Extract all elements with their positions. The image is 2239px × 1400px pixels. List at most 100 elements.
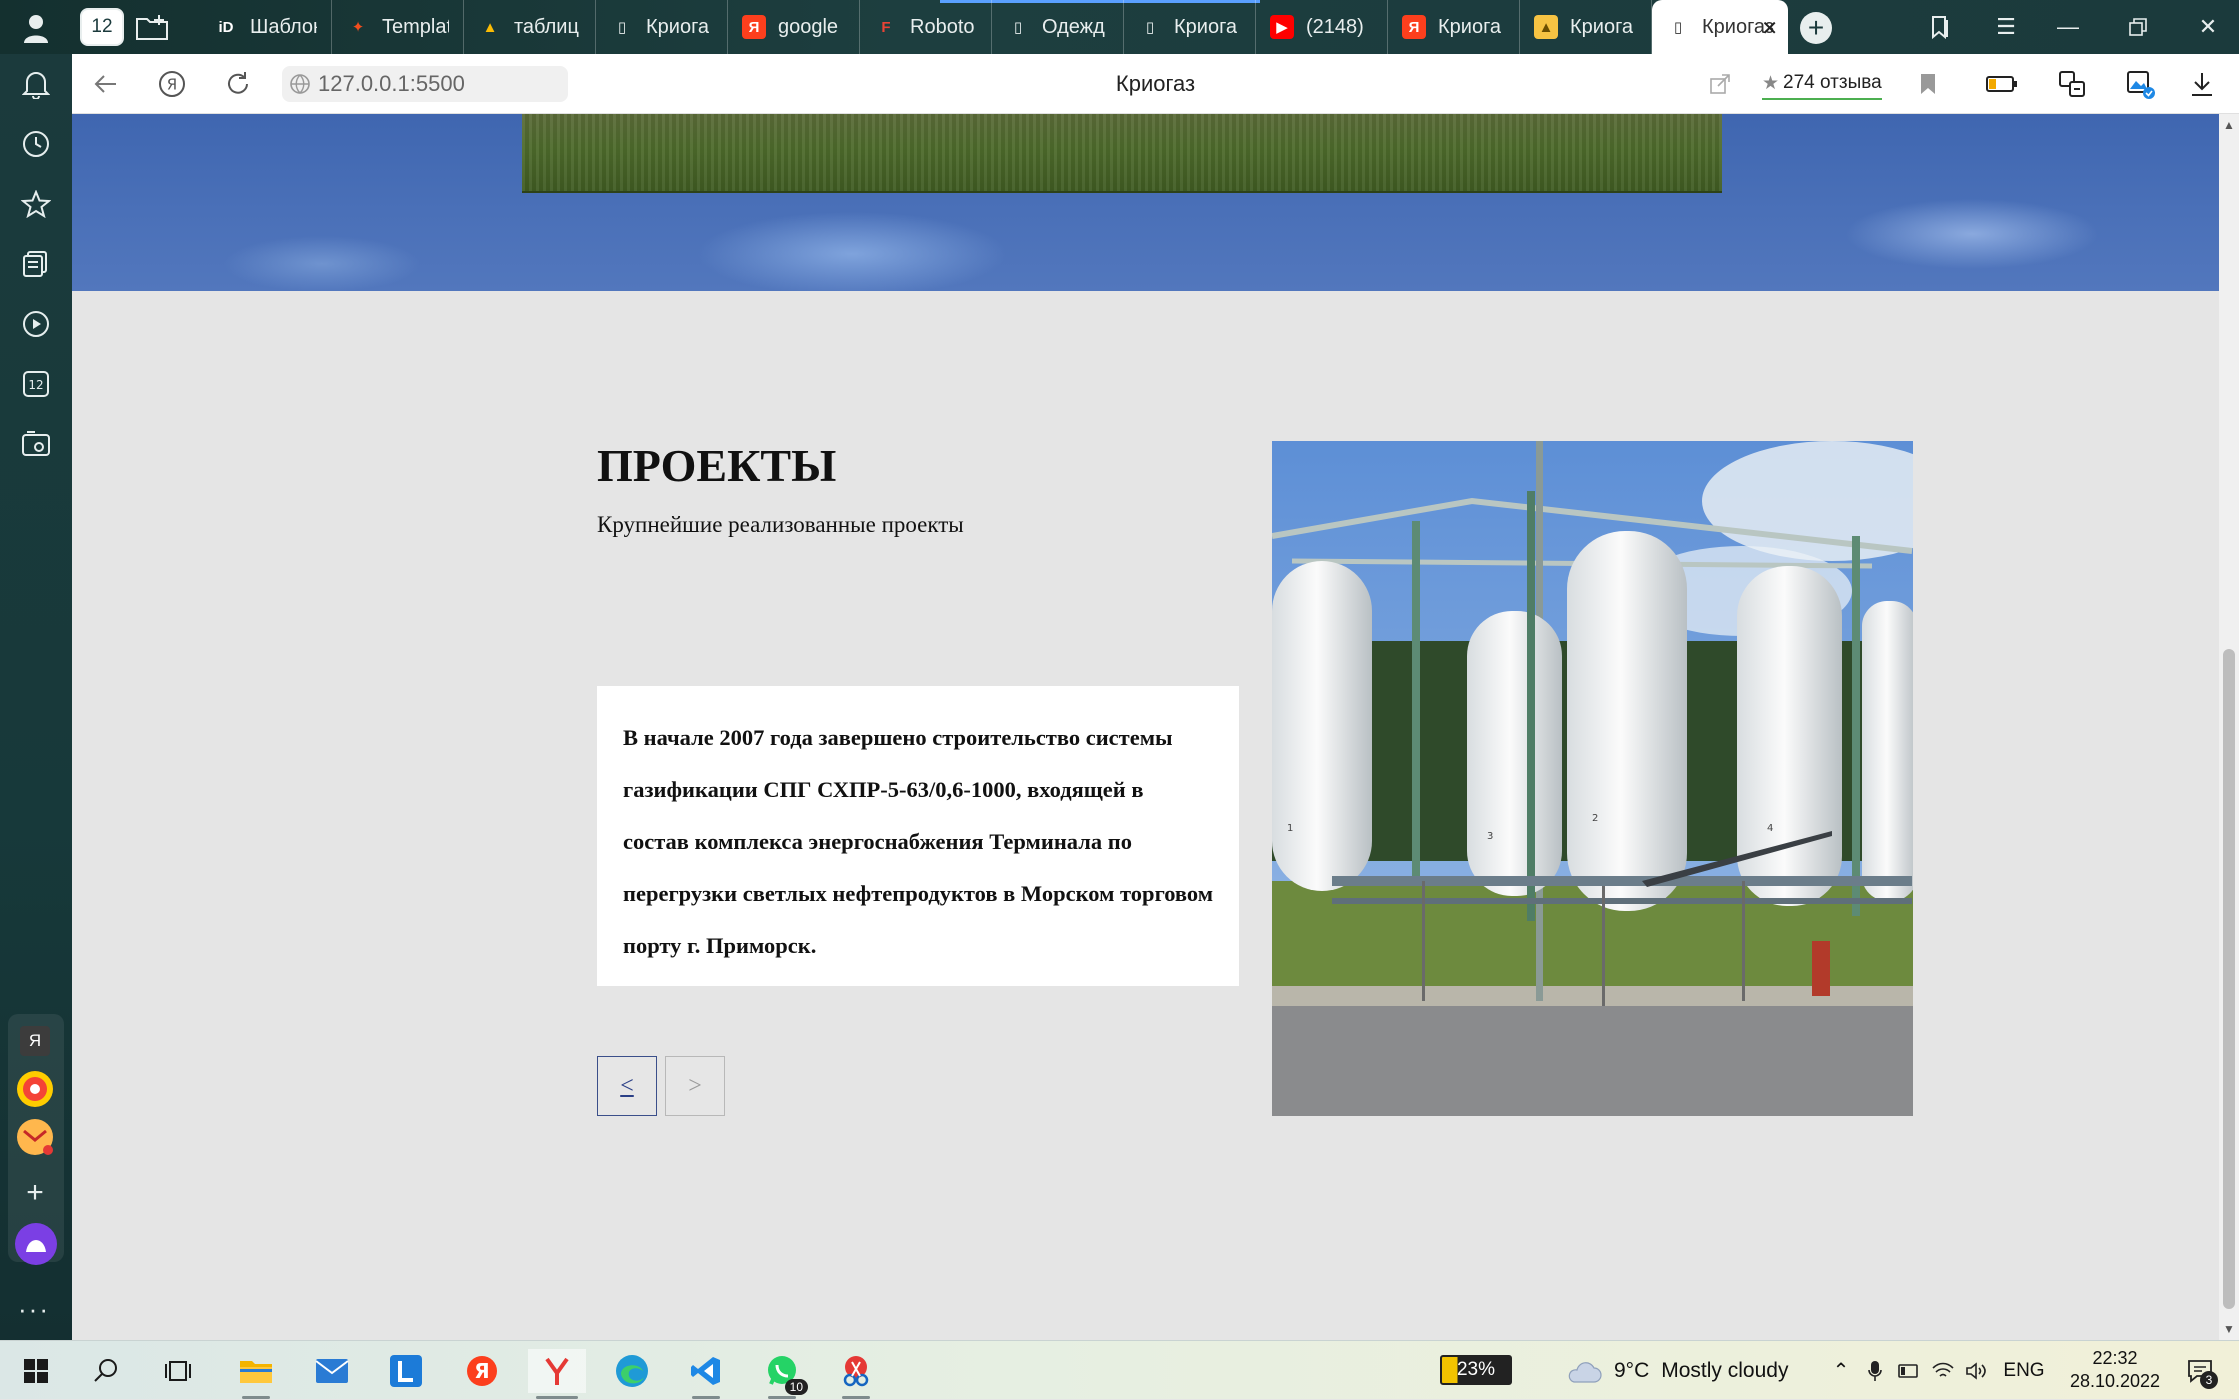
downloads-button[interactable] xyxy=(2184,66,2220,102)
battery-widget[interactable]: 23% xyxy=(1440,1355,1512,1385)
sidebar-collections[interactable] xyxy=(16,244,56,284)
volume-icon[interactable] xyxy=(1960,1361,1994,1380)
tank-label: 3 xyxy=(1487,831,1493,842)
weather-description: Mostly cloudy xyxy=(1661,1358,1789,1382)
weather-temp: 9°C xyxy=(1614,1358,1650,1382)
slider-prev-button[interactable]: < xyxy=(597,1056,657,1116)
clock-date: 28.10.2022 xyxy=(2069,1371,2161,1391)
tab-item[interactable]: ▯ Криога xyxy=(596,0,728,54)
tab-item[interactable]: Яgoogle xyxy=(728,0,860,54)
minimize-button[interactable]: — xyxy=(2040,0,2096,54)
tab-item[interactable]: Я Криога xyxy=(1388,0,1520,54)
sidebar-video[interactable] xyxy=(16,304,56,344)
scrollbar-thumb[interactable] xyxy=(2223,649,2235,1309)
clock-icon xyxy=(23,131,49,157)
sidebar-screenshot[interactable] xyxy=(16,424,56,464)
tab-item[interactable]: iD Шаблон xyxy=(200,0,332,54)
battery-icon xyxy=(1986,76,2017,92)
notifications-button[interactable]: 3 xyxy=(2180,1351,2220,1391)
alice-assistant-button[interactable] xyxy=(14,1222,58,1266)
chevron-up-icon[interactable]: ⌃ xyxy=(1824,1358,1858,1383)
yandex-home-button[interactable]: Я xyxy=(152,64,192,104)
share-button[interactable] xyxy=(1702,66,1738,102)
search-button[interactable] xyxy=(84,1349,128,1393)
extension-button[interactable] xyxy=(2122,66,2158,102)
battery-saver-button[interactable] xyxy=(1984,66,2020,102)
url-text: 127.0.0.1:5500 xyxy=(318,71,465,96)
scroll-up-arrow-icon[interactable]: ▲ xyxy=(2223,118,2235,132)
url-field[interactable]: 127.0.0.1:5500 xyxy=(282,66,568,102)
language-indicator[interactable]: ENG xyxy=(1994,1360,2054,1382)
sidebar-more-button[interactable]: ··· xyxy=(18,1294,50,1325)
close-window-button[interactable]: ✕ xyxy=(2180,0,2236,54)
tab-item[interactable]: ▲ Криога xyxy=(1520,0,1652,54)
music-app[interactable] xyxy=(16,1070,54,1108)
cards-icon xyxy=(23,251,47,277)
tab-count-button[interactable]: 12 xyxy=(80,8,124,46)
sidebar-history[interactable] xyxy=(16,124,56,164)
tab-item[interactable]: ▶ (2148) xyxy=(1256,0,1388,54)
new-tab-button[interactable]: + xyxy=(1800,12,1832,44)
yandex-app[interactable]: Я xyxy=(20,1026,50,1056)
back-button[interactable] xyxy=(86,64,126,104)
tab-label: Криога xyxy=(646,15,710,38)
microphone-icon[interactable] xyxy=(1858,1360,1892,1382)
yandex-app-letter: Я xyxy=(28,1031,42,1050)
search-icon xyxy=(94,1359,117,1382)
project-description-card: В начале 2007 года завершено строительст… xyxy=(597,686,1239,986)
tab-group-button[interactable] xyxy=(134,10,170,44)
scroll-down-arrow-icon[interactable]: ▼ xyxy=(2223,1322,2235,1336)
restore-button[interactable] xyxy=(2110,0,2166,54)
folder-plus-icon xyxy=(136,15,168,40)
id-logo-icon: iD xyxy=(218,18,234,36)
tab-count-label: 12 xyxy=(91,16,113,37)
battery-tray-icon[interactable] xyxy=(1892,1363,1926,1378)
edge-icon xyxy=(616,1355,648,1387)
site-reviews-badge[interactable]: ★ 274 отзыва xyxy=(1762,68,1882,100)
menu-button[interactable]: ☰ xyxy=(1978,0,2034,54)
clock[interactable]: 22:32 28.10.2022 xyxy=(2060,1347,2170,1393)
reload-button[interactable] xyxy=(218,64,258,104)
bookmarks-collection-button[interactable] xyxy=(1912,0,1968,54)
sidebar-tabs[interactable]: 12 xyxy=(16,364,56,404)
wifi-icon[interactable] xyxy=(1926,1362,1960,1380)
edge-app[interactable] xyxy=(610,1349,654,1393)
tab-label: Криога xyxy=(1174,15,1238,38)
page-icon: ▯ xyxy=(1673,19,1683,36)
sidebar-notifications[interactable] xyxy=(16,64,56,104)
mail-app[interactable] xyxy=(16,1118,54,1156)
yandex-browser-app[interactable] xyxy=(528,1349,586,1399)
close-icon: ✕ xyxy=(2198,14,2218,39)
arrow-left-icon xyxy=(94,75,116,93)
weather-widget[interactable]: 9°C Mostly cloudy xyxy=(1566,1341,1788,1400)
plus-icon: + xyxy=(1807,12,1825,43)
yandex-browser-icon xyxy=(545,1357,569,1385)
user-icon xyxy=(24,15,48,43)
file-explorer-app[interactable] xyxy=(234,1349,278,1399)
task-view-button[interactable] xyxy=(156,1349,200,1393)
tab-item[interactable]: F Roboto xyxy=(860,0,992,54)
yandex-taskbar-app[interactable]: Я xyxy=(460,1349,504,1393)
start-button[interactable] xyxy=(14,1349,58,1393)
add-app-button[interactable]: + xyxy=(20,1178,50,1208)
sidebar-bookmarks[interactable] xyxy=(16,184,56,224)
profile-button[interactable] xyxy=(14,8,58,48)
slider-next-button[interactable]: > xyxy=(665,1056,725,1116)
vscode-app[interactable] xyxy=(684,1349,728,1399)
page-scrollbar[interactable]: ▲ ▼ xyxy=(2219,114,2239,1340)
l-app[interactable] xyxy=(384,1349,428,1393)
tab-item[interactable]: ▯ Одежд xyxy=(992,0,1124,54)
translate-icon xyxy=(2059,71,2085,97)
tab-item[interactable]: ✦ Templat xyxy=(332,0,464,54)
alice-icon xyxy=(15,1223,57,1265)
mail-taskbar-app[interactable] xyxy=(310,1349,354,1393)
tab-item[interactable]: ▲ таблиц xyxy=(464,0,596,54)
close-tab-icon[interactable]: ✕ xyxy=(1761,16,1778,41)
screenshot-tool-app[interactable] xyxy=(834,1349,878,1399)
tab-item[interactable]: ▯ Криога xyxy=(1124,0,1256,54)
whatsapp-app[interactable]: 10 xyxy=(760,1349,808,1399)
youtube-icon: ▶ xyxy=(1270,15,1294,39)
bookmark-page-button[interactable] xyxy=(1910,66,1946,102)
tab-active[interactable]: ▯ Криогаз ✕ xyxy=(1652,0,1788,54)
translate-button[interactable] xyxy=(2054,66,2090,102)
